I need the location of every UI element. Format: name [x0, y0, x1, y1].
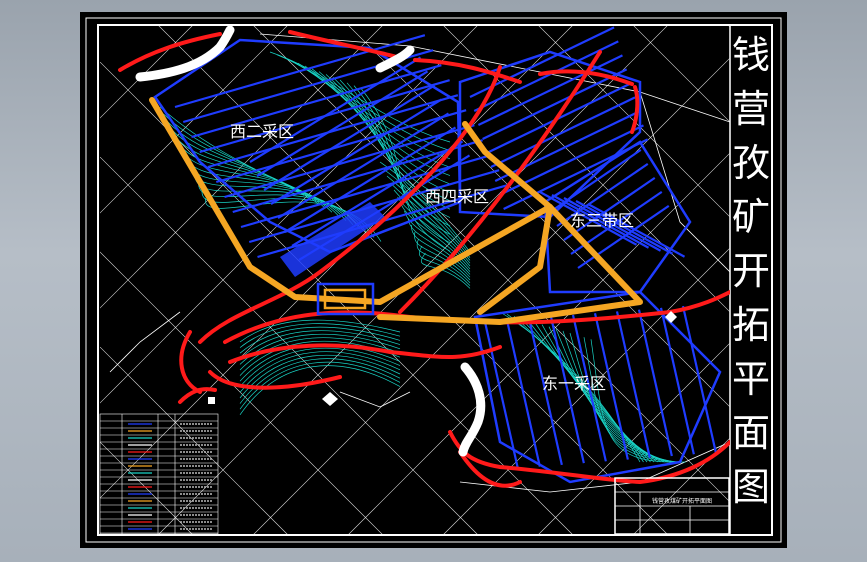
fault-lines — [118, 30, 730, 488]
title-char: 开 — [732, 249, 770, 293]
contour-lines — [159, 51, 686, 463]
coordinate-grid — [100, 26, 730, 534]
title-char: 钱 — [732, 33, 770, 77]
title-char: 营 — [732, 87, 770, 131]
title-char: 拓 — [732, 303, 770, 347]
title-char: 孜 — [732, 141, 770, 185]
zone-label-west2: 西二采区 — [230, 122, 294, 141]
drawing-title: 钱营孜矿开拓平面图 — [732, 33, 770, 509]
zone-label-west4: 西四采区 — [425, 187, 489, 206]
title-char: 图 — [732, 465, 770, 509]
title-block-caption: 钱营孜煤矿开拓平面图 — [652, 497, 712, 505]
zone-label-east1: 东一采区 — [542, 374, 606, 393]
mine-plan-svg: 西二采区 西四采区 东三带区 东一采区 钱营孜煤矿开拓平面图 钱营孜矿开拓平面图 — [85, 17, 782, 543]
legend-table — [99, 413, 219, 535]
cad-viewer: 西二采区 西四采区 东三带区 东一采区 钱营孜煤矿开拓平面图 钱 营 孜 矿 开… — [0, 0, 867, 562]
drawing-canvas[interactable]: 西二采区 西四采区 东三带区 东一采区 钱营孜煤矿开拓平面图 钱 营 孜 矿 开… — [80, 12, 787, 548]
title-char: 面 — [732, 411, 770, 455]
title-char: 平 — [732, 357, 770, 401]
title-block: 钱营孜煤矿开拓平面图 — [614, 477, 730, 535]
zone-label-east3: 东三带区 — [570, 211, 634, 230]
title-char: 矿 — [732, 195, 770, 239]
